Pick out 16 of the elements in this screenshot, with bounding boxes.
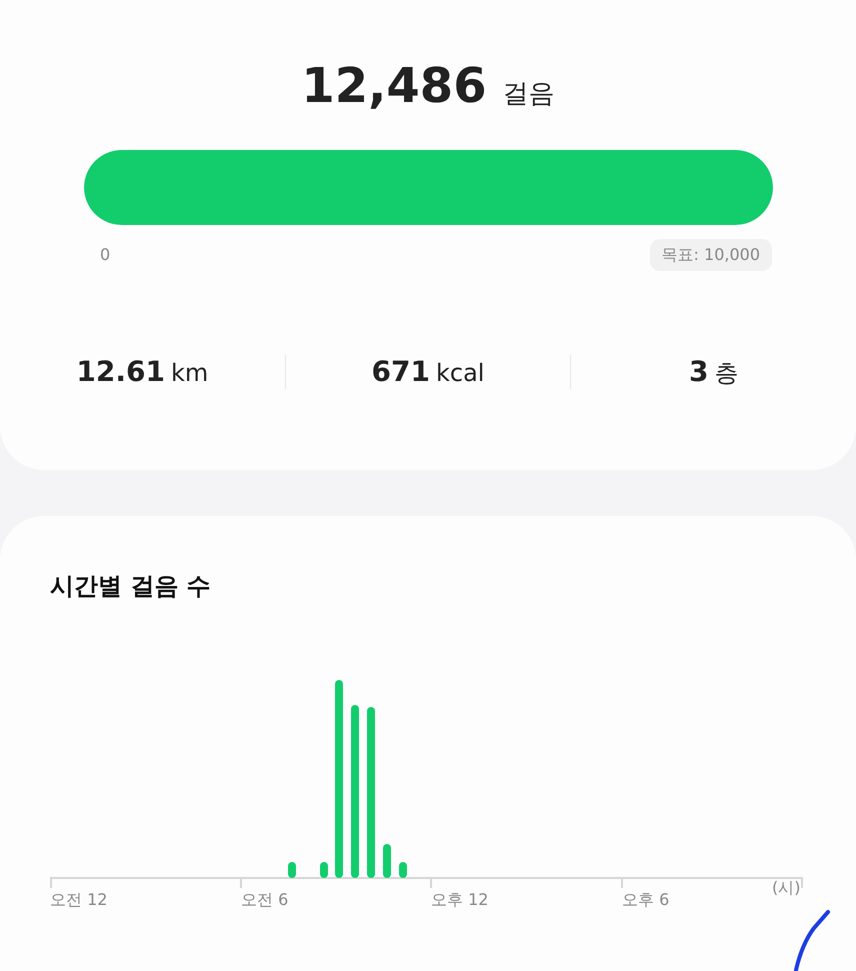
step-count: 12,486 <box>301 57 487 116</box>
step-unit: 걸음 <box>502 78 555 111</box>
stat-value: 12.61 <box>76 355 165 388</box>
stat-value: 3 <box>688 355 708 388</box>
stat-unit: 층 <box>714 359 738 387</box>
stat-unit: kcal <box>436 359 484 387</box>
progress-start-label: 0 <box>100 244 110 266</box>
goal-label: 목표: 10,000 <box>650 239 772 271</box>
stat-unit: km <box>170 359 208 387</box>
stat-value: 671 <box>372 355 430 388</box>
axis-label: 오후 6 <box>622 889 670 911</box>
axis-label: 오전 6 <box>241 889 288 911</box>
axis-label: 오전 12 <box>50 889 108 911</box>
axis-unit-label: (시) <box>772 877 800 899</box>
chart-title: 시간별 걸음 수 <box>50 571 212 602</box>
axis-label: 오후 12 <box>431 889 488 911</box>
